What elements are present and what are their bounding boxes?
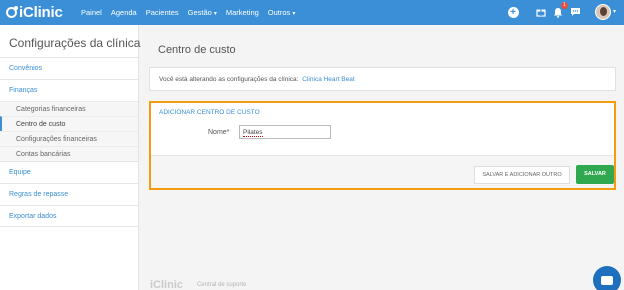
sidebar-item-convenios[interactable]: Convênios bbox=[0, 57, 138, 79]
sidebar-subitem-configuracoes-financeiras[interactable]: Configurações financeiras bbox=[0, 131, 138, 146]
info-text: Você está alterando as configurações da … bbox=[159, 76, 299, 83]
add-button[interactable]: + bbox=[507, 6, 519, 18]
sidebar-item-financas[interactable]: Finanças bbox=[0, 79, 138, 101]
nav-gestao[interactable]: Gestão ▾ bbox=[188, 8, 217, 17]
name-label: Nome* bbox=[208, 129, 230, 136]
chevron-down-icon: ▾ bbox=[292, 11, 296, 17]
nav-painel[interactable]: Painel bbox=[81, 8, 102, 17]
chat-icon[interactable] bbox=[569, 6, 581, 18]
top-navbar: iClinic Painel Agenda Pacientes Gestão ▾ … bbox=[0, 0, 624, 25]
clinic-info-box: Você está alterando as configurações da … bbox=[149, 67, 616, 91]
logo-icon bbox=[6, 6, 18, 18]
page-title: Centro de custo bbox=[158, 44, 236, 56]
nav-outros[interactable]: Outros ▾ bbox=[268, 8, 296, 17]
main-nav: Painel Agenda Pacientes Gestão ▾ Marketin… bbox=[81, 0, 304, 25]
add-cost-center-panel: ADICIONAR CENTRO DE CUSTO Nome* Pilates … bbox=[149, 101, 616, 190]
panel-footer: SALVAR E ADICIONAR OUTRO SALVAR bbox=[151, 155, 614, 188]
name-input-value: Pilates bbox=[243, 129, 263, 137]
nav-pacientes[interactable]: Pacientes bbox=[146, 8, 179, 17]
notification-badge: 1 bbox=[561, 2, 568, 9]
notifications-button[interactable]: 1 bbox=[552, 2, 568, 18]
save-button[interactable]: SALVAR bbox=[576, 165, 614, 184]
page-footer: iClinic Central de suporte bbox=[150, 279, 246, 290]
logo[interactable]: iClinic bbox=[6, 3, 63, 22]
support-link[interactable]: Central de suporte bbox=[197, 282, 246, 288]
sidebar-subitem-centro-de-custo[interactable]: Centro de custo bbox=[0, 116, 138, 131]
nav-outros-label: Outros bbox=[267, 8, 291, 17]
chevron-down-icon: ▾ bbox=[213, 11, 217, 17]
nav-agenda[interactable]: Agenda bbox=[111, 8, 137, 17]
sidebar-item-exportar-dados[interactable]: Exportar dados bbox=[0, 205, 138, 227]
avatar[interactable] bbox=[595, 4, 611, 20]
footer-logo: iClinic bbox=[150, 279, 184, 290]
name-form-row: Nome* Pilates bbox=[151, 125, 614, 141]
sidebar-title: Configurações da clínica bbox=[9, 36, 141, 50]
gift-icon[interactable] bbox=[535, 6, 547, 18]
nav-gestao-label: Gestão bbox=[187, 8, 212, 17]
plus-icon: + bbox=[507, 6, 519, 18]
clinic-name-link[interactable]: Clinica Heart Beat bbox=[302, 76, 354, 83]
sidebar-item-equipe[interactable]: Equipe bbox=[0, 161, 138, 183]
nav-marketing[interactable]: Marketing bbox=[226, 8, 259, 17]
sidebar-subitem-categorias[interactable]: Categorias financeiras bbox=[0, 101, 138, 116]
settings-sidebar: Configurações da clínica Convênios Finan… bbox=[0, 25, 141, 290]
sidebar-item-regras-de-repasse[interactable]: Regras de repasse bbox=[0, 183, 138, 205]
chat-bubble-icon bbox=[601, 275, 613, 285]
logo-text: iClinic bbox=[19, 4, 63, 21]
panel-title: ADICIONAR CENTRO DE CUSTO bbox=[159, 109, 260, 116]
support-chat-button[interactable] bbox=[593, 266, 621, 290]
sidebar-subitem-contas-bancarias[interactable]: Contas bancárias bbox=[0, 146, 138, 161]
name-input[interactable]: Pilates bbox=[239, 125, 331, 139]
chevron-down-icon[interactable]: ▾ bbox=[613, 8, 616, 15]
save-and-add-another-button[interactable]: SALVAR E ADICIONAR OUTRO bbox=[474, 166, 570, 184]
